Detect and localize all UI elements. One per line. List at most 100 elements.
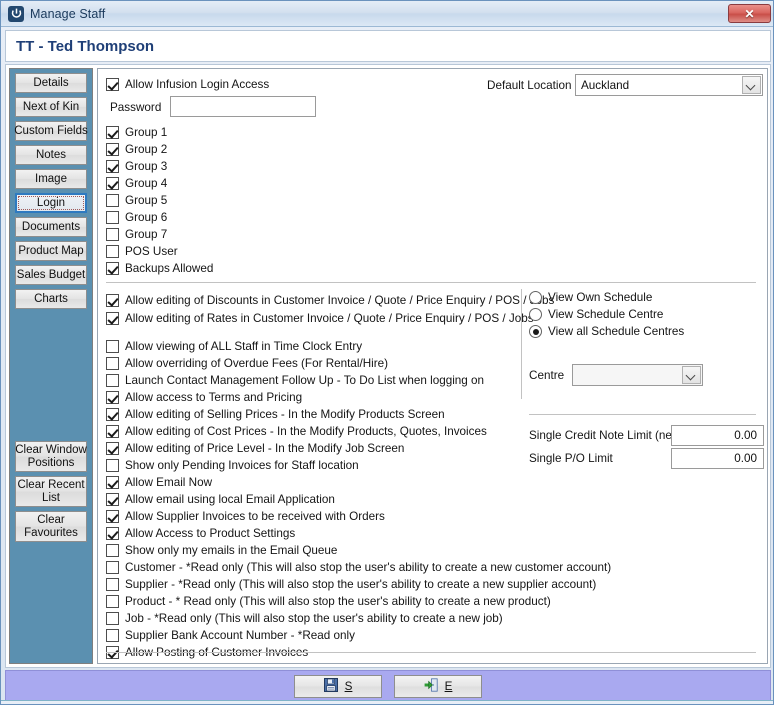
group-checkbox[interactable] — [106, 160, 119, 173]
group-checkbox[interactable] — [106, 211, 119, 224]
limit-input[interactable]: 0.00 — [671, 448, 764, 469]
chevron-down-icon[interactable] — [742, 76, 761, 94]
sidebar-item-notes[interactable]: Notes — [15, 145, 87, 165]
permission-label: Allow Access to Product Settings — [125, 527, 296, 540]
schedule-option-radio[interactable] — [529, 325, 542, 338]
allow-infusion-login-checkbox[interactable] — [106, 78, 119, 91]
permission-checkbox[interactable] — [106, 629, 119, 642]
group-row: Group 5 — [106, 192, 213, 209]
sidebar-item-charts[interactable]: Charts — [15, 289, 87, 309]
permission-checkbox[interactable] — [106, 476, 119, 489]
allow-infusion-login-label: Allow Infusion Login Access — [125, 78, 270, 91]
sidebar-item-image[interactable]: Image — [15, 169, 87, 189]
sidebar-action-line1: Clear Recent — [17, 478, 85, 491]
sidebar-item-label: Next of Kin — [22, 101, 80, 113]
permission-checkbox[interactable] — [106, 595, 119, 608]
schedule-option-label: View Schedule Centre — [548, 308, 664, 321]
centre-combobox[interactable] — [572, 364, 703, 386]
permission-checkbox[interactable] — [106, 391, 119, 404]
limit-row: Single Credit Note Limit (neg) 0.00 — [529, 424, 764, 447]
editing-option-row: Allow editing of Discounts in Customer I… — [106, 291, 554, 309]
group-checkbox[interactable] — [106, 194, 119, 207]
sidebar-item-label: Notes — [35, 149, 67, 161]
group-checkbox[interactable] — [106, 143, 119, 156]
limit-label: Single Credit Note Limit (neg) — [529, 429, 683, 442]
permission-row: Job - *Read only (This will also stop th… — [106, 610, 611, 627]
sidebar-tab-list: Details Next of Kin Custom Fields Notes Imag… — [10, 73, 92, 309]
permission-label: Supplier Bank Account Number - *Read onl… — [125, 629, 355, 642]
permission-checkbox[interactable] — [106, 459, 119, 472]
close-button[interactable]: ✕ — [728, 4, 771, 23]
schedule-option-row: View Schedule Centre — [529, 306, 684, 323]
group-row: Group 2 — [106, 141, 213, 158]
permission-checkbox[interactable] — [106, 510, 119, 523]
permission-checkbox[interactable] — [106, 340, 119, 353]
sidebar: Details Next of Kin Custom Fields Notes Imag… — [9, 68, 93, 664]
sidebar-item-label: Custom Fields — [14, 125, 88, 137]
sidebar-action-clear-window[interactable]: Clear Window Positions — [15, 441, 87, 472]
permission-row: Show only my emails in the Email Queue — [106, 542, 611, 559]
group-checkbox[interactable] — [106, 245, 119, 258]
group-label: Group 4 — [125, 177, 168, 190]
editing-option-checkbox[interactable] — [106, 293, 119, 307]
sidebar-item-next-of-kin[interactable]: Next of Kin — [15, 97, 87, 117]
group-checkbox[interactable] — [106, 126, 119, 139]
group-label: Group 2 — [125, 143, 168, 156]
save-button[interactable]: S — [294, 674, 382, 698]
permission-label: Customer - *Read only (This will also st… — [125, 561, 612, 574]
permission-label: Product - * Read only (This will also st… — [125, 595, 551, 608]
schedule-option-radio[interactable] — [529, 291, 542, 304]
permission-checkbox[interactable] — [106, 544, 119, 557]
permission-checkbox[interactable] — [106, 425, 119, 438]
permission-label: Allow access to Terms and Pricing — [125, 391, 303, 404]
sidebar-action-clear-recent[interactable]: Clear Recent List — [15, 476, 87, 507]
page-title: TT - Ted Thompson — [16, 37, 155, 55]
sidebar-action-clear[interactable]: Clear Favourites — [15, 511, 87, 542]
chevron-down-icon[interactable] — [682, 366, 701, 384]
default-location-label: Default Location — [487, 79, 572, 92]
divider-bottom — [106, 652, 756, 653]
group-checkbox[interactable] — [106, 177, 119, 190]
exit-door-icon — [424, 677, 438, 695]
sidebar-action-line2: Favourites — [24, 526, 78, 539]
group-row: Group 7 — [106, 226, 213, 243]
footer-toolbar: S E — [5, 670, 771, 702]
limits-list: Single Credit Note Limit (neg) 0.00 Single… — [529, 424, 764, 470]
permission-row: Supplier - *Read only (This will also st… — [106, 576, 611, 593]
permission-checkbox[interactable] — [106, 408, 119, 421]
sidebar-item-documents[interactable]: Documents — [15, 217, 87, 237]
permission-checkbox[interactable] — [106, 612, 119, 625]
group-label: POS User — [125, 245, 178, 258]
permission-checkbox[interactable] — [106, 561, 119, 574]
sidebar-item-product-map[interactable]: Product Map — [15, 241, 87, 261]
power-icon — [8, 5, 24, 22]
exit-button-label: E — [445, 680, 453, 693]
sidebar-item-login[interactable]: Login — [15, 193, 87, 213]
schedule-option-radio[interactable] — [529, 308, 542, 321]
group-checkbox[interactable] — [106, 262, 119, 275]
permission-checkbox[interactable] — [106, 374, 119, 387]
sidebar-item-sales-budget[interactable]: Sales Budget — [15, 265, 87, 285]
editing-option-checkbox[interactable] — [106, 311, 119, 325]
exit-button[interactable]: E — [394, 674, 482, 698]
title-bar: Manage Staff ✕ — [1, 1, 773, 27]
sidebar-item-custom-fields[interactable]: Custom Fields — [14, 121, 88, 141]
permission-checkbox[interactable] — [106, 493, 119, 506]
limit-label: Single P/O Limit — [529, 452, 613, 465]
group-checkbox[interactable] — [106, 228, 119, 241]
permission-checkbox-list: Allow viewing of ALL Staff in Time Clock… — [106, 338, 611, 661]
default-location-value: Auckland — [581, 78, 630, 92]
centre-label: Centre — [529, 369, 565, 382]
permission-checkbox[interactable] — [106, 527, 119, 540]
status-bar — [1, 700, 773, 704]
group-label: Group 5 — [125, 194, 168, 207]
manage-staff-window: Manage Staff ✕ TT - Ted Thompson Details… — [0, 0, 774, 705]
default-location-combobox[interactable]: Auckland — [575, 74, 763, 96]
sidebar-item-details[interactable]: Details — [15, 73, 87, 93]
permission-checkbox[interactable] — [106, 442, 119, 455]
password-input[interactable] — [170, 96, 316, 117]
permission-label: Job - *Read only (This will also stop th… — [125, 612, 503, 625]
limit-input[interactable]: 0.00 — [671, 425, 764, 446]
permission-checkbox[interactable] — [106, 357, 119, 370]
permission-checkbox[interactable] — [106, 578, 119, 591]
